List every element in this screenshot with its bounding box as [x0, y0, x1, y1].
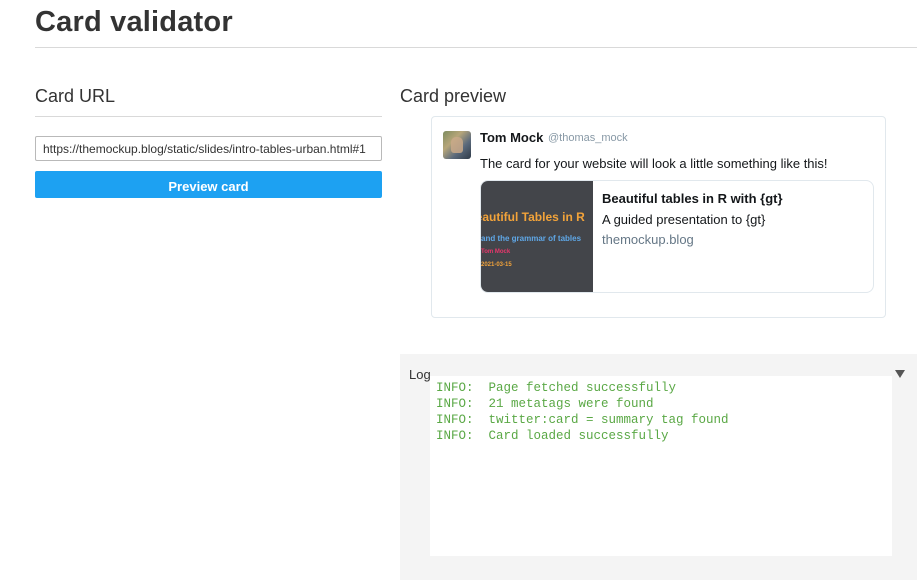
slide-author: Tom Mock: [481, 249, 511, 255]
card-url-input[interactable]: [35, 136, 382, 161]
chevron-down-icon[interactable]: [895, 370, 905, 378]
tweet-preview: Tom Mock @thomas_mock The card for your …: [431, 116, 886, 318]
title-divider: [35, 47, 917, 48]
tweet-author-handle[interactable]: @thomas_mock: [548, 132, 628, 144]
tweet-text: The card for your website will look a li…: [480, 156, 828, 171]
card-domain: themockup.blog: [602, 232, 694, 247]
card-title: Beautiful tables in R with {gt}: [602, 191, 783, 206]
log-output: INFO: Page fetched successfully INFO: 21…: [430, 376, 892, 556]
tweet-author-name[interactable]: Tom Mock: [480, 130, 543, 145]
card-url-divider: [35, 116, 382, 117]
slide-title: Beautiful Tables in R: [481, 210, 585, 224]
page-title: Card validator: [35, 6, 233, 38]
card-description: A guided presentation to {gt}: [602, 212, 766, 227]
card-url-heading: Card URL: [35, 86, 116, 106]
log-panel: Log INFO: Page fetched successfully INFO…: [400, 354, 917, 580]
slide-date: 2021-03-15: [481, 262, 512, 268]
summary-card[interactable]: Beautiful Tables in R and the grammar of…: [480, 180, 874, 293]
card-thumbnail-image: Beautiful Tables in R and the grammar of…: [481, 181, 593, 292]
log-line: INFO: twitter:card = summary tag found: [436, 413, 729, 427]
user-avatar-icon[interactable]: [443, 131, 471, 159]
log-label: Log: [409, 367, 431, 382]
preview-card-button[interactable]: Preview card: [35, 171, 382, 198]
card-preview-heading: Card preview: [400, 86, 507, 106]
log-line: INFO: Card loaded successfully: [436, 429, 669, 443]
slide-subtitle: and the grammar of tables: [481, 234, 582, 243]
log-line: INFO: 21 metatags were found: [436, 397, 654, 411]
log-line: INFO: Page fetched successfully: [436, 381, 677, 395]
